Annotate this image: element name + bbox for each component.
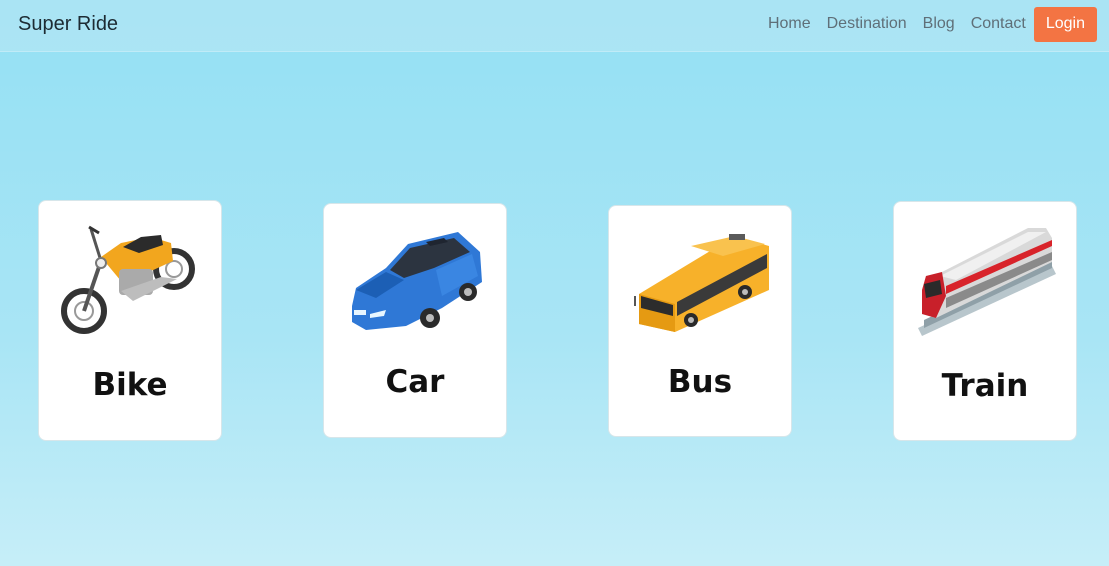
vehicle-label-bus: Bus (667, 364, 733, 400)
nav-link-destination[interactable]: Destination (827, 5, 907, 43)
bus-icon (634, 234, 769, 332)
brand-logo-link[interactable]: Super Ride (18, 13, 118, 36)
nav-link-blog[interactable]: Blog (923, 5, 955, 43)
vehicle-card-bike[interactable]: Bike (38, 200, 222, 441)
nav-link-contact[interactable]: Contact (971, 5, 1026, 43)
vehicle-card-car[interactable]: Car (323, 203, 507, 438)
car-icon (352, 232, 482, 330)
vehicle-card-bus[interactable]: Bus (608, 205, 792, 437)
vehicle-card-train[interactable]: Train (893, 201, 1077, 441)
train-icon (918, 228, 1056, 336)
nav-menu: Home Destination Blog Contact Login (752, 5, 1097, 43)
login-button[interactable]: Login (1033, 6, 1097, 42)
vehicle-label-train: Train (941, 368, 1029, 404)
vehicle-label-car: Car (385, 364, 445, 400)
motorcycle-icon (61, 225, 195, 334)
nav-link-home[interactable]: Home (768, 5, 811, 43)
navbar: Super Ride Home Destination Blog Contact… (0, 0, 1109, 52)
vehicle-label-bike: Bike (92, 367, 168, 403)
